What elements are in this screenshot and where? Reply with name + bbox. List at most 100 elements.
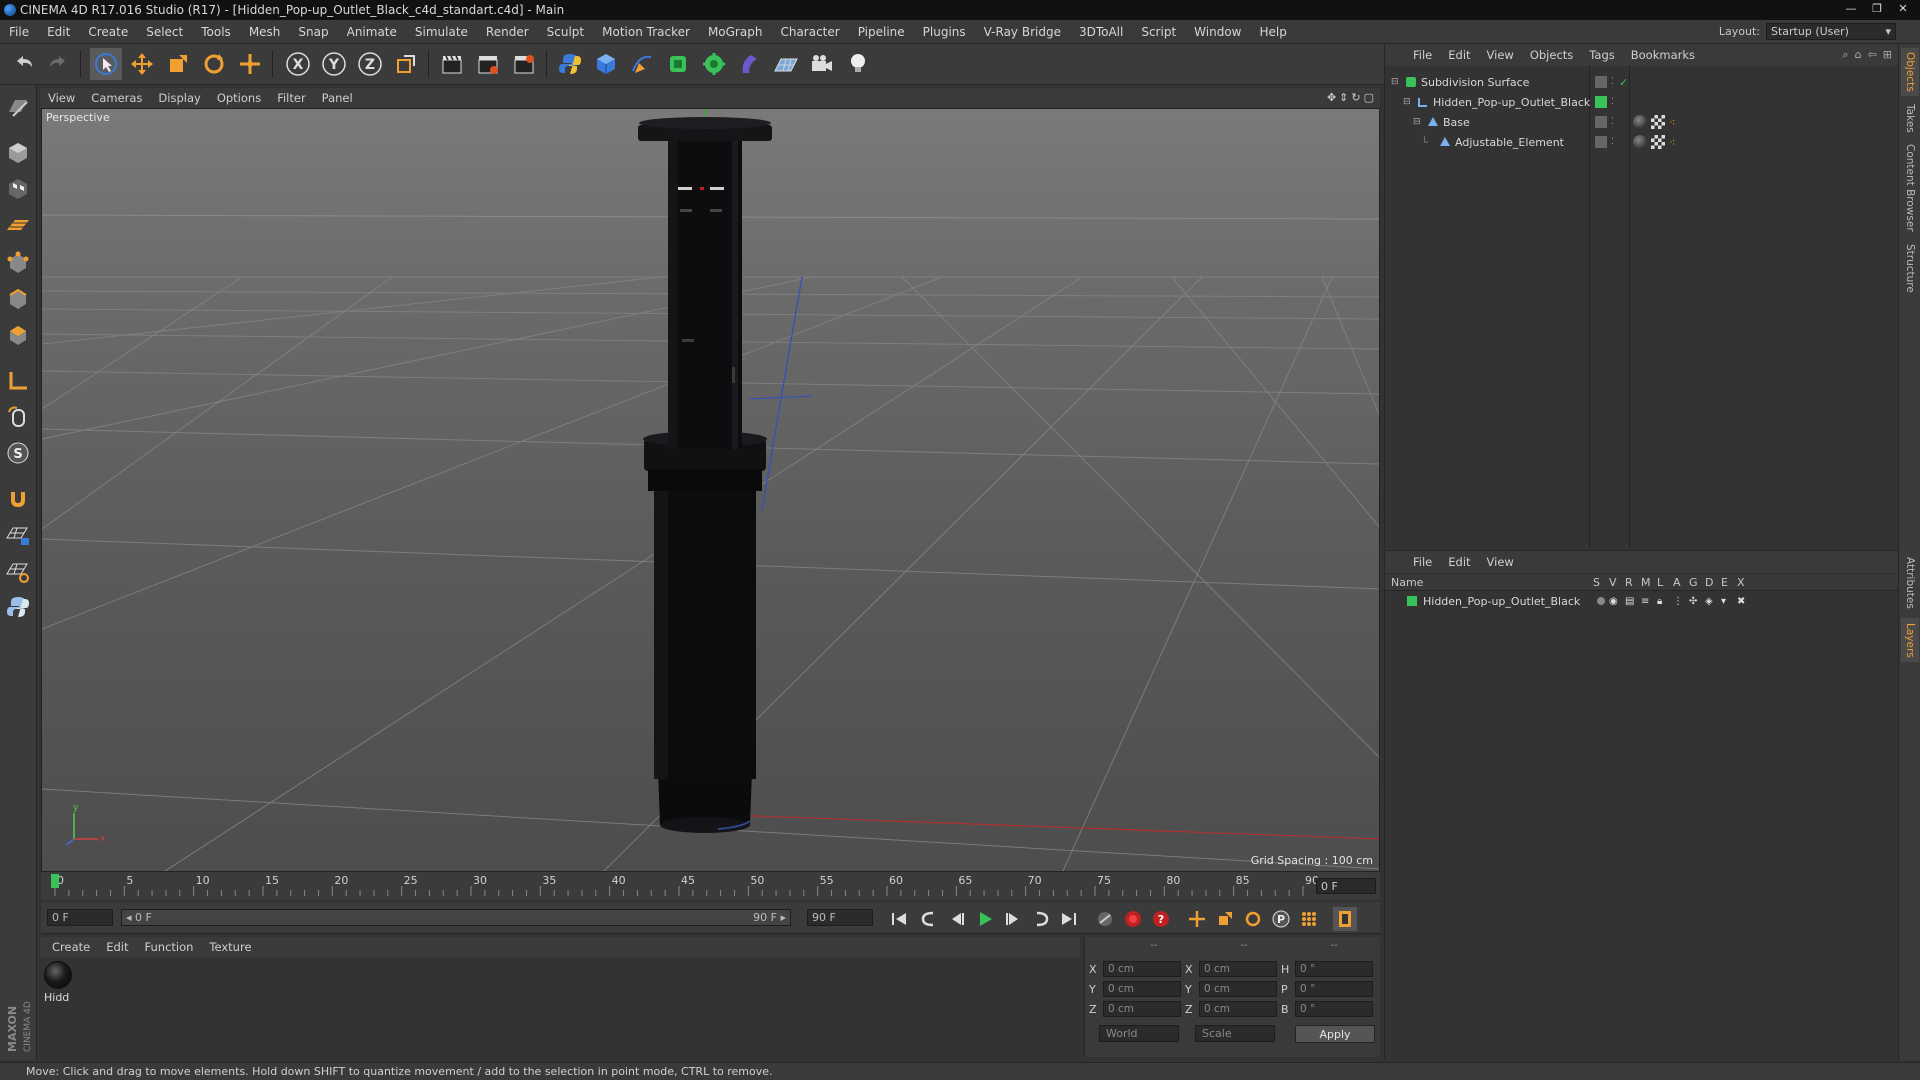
menu-plugins[interactable]: Plugins (914, 25, 975, 39)
recent-tool-button[interactable] (234, 48, 266, 80)
menu-mograph[interactable]: MoGraph (699, 25, 772, 39)
render-view-button[interactable] (436, 48, 468, 80)
perspective-viewport[interactable]: Perspective y x Grid Spacing : 100 cm (41, 108, 1380, 872)
coordinate-system-button[interactable] (390, 48, 422, 80)
menu-3dtoall[interactable]: 3DToAll (1070, 25, 1132, 39)
layers-menu-view[interactable]: View (1479, 555, 1522, 569)
visibility-dots-icon[interactable]: ⁚ (1611, 97, 1614, 107)
tab-layers[interactable]: Layers (1901, 618, 1919, 662)
collapse-icon[interactable]: ⊟ (1391, 77, 1399, 87)
zoom-icon[interactable]: ⇕ (1339, 91, 1348, 104)
menu-snap[interactable]: Snap (289, 25, 337, 39)
layer-color-icon[interactable] (1595, 76, 1607, 88)
visibility-dots-icon[interactable]: ⁚ (1611, 137, 1614, 147)
objects-menu-bookmarks[interactable]: Bookmarks (1623, 48, 1703, 62)
pen-spline-button[interactable] (626, 48, 658, 80)
lock-icon[interactable]: 🔒︎ (1657, 596, 1662, 607)
maximize-view-icon[interactable]: ▢ (1364, 91, 1374, 104)
python-script-button[interactable] (2, 591, 34, 623)
object-row-base[interactable]: ⊟ Base ⁚ ⁖ (1385, 112, 1899, 132)
menu-render[interactable]: Render (477, 25, 538, 39)
phong-tag-icon[interactable]: ⁖ (1669, 136, 1675, 149)
new-window-icon[interactable]: ⊞ (1883, 48, 1892, 62)
animation-icon[interactable]: ⋮ (1673, 596, 1683, 607)
material-menu-edit[interactable]: Edit (98, 940, 136, 954)
layers-menu-file[interactable]: File (1405, 555, 1440, 569)
scale-tool-button[interactable] (162, 48, 194, 80)
collapse-icon[interactable]: ⊟ (1413, 117, 1421, 127)
orbit-icon[interactable]: ↻ (1351, 91, 1360, 104)
viewport-menu-display[interactable]: Display (150, 91, 208, 105)
search-icon[interactable]: ⌕ (1842, 48, 1848, 62)
key-parameter-button[interactable]: P (1269, 907, 1293, 931)
expression-icon[interactable]: ▾ (1721, 596, 1726, 607)
close-button[interactable]: ✕ (1892, 0, 1914, 16)
start-frame-field[interactable]: 0 F (47, 909, 113, 926)
make-editable-button[interactable] (2, 91, 34, 123)
material-menu-function[interactable]: Function (137, 940, 202, 954)
manager-icon[interactable]: ≡ (1641, 596, 1649, 607)
collapse-icon[interactable]: ⊟ (1403, 97, 1411, 107)
tab-takes[interactable]: Takes (1901, 100, 1919, 136)
end-frame-field[interactable]: 90 F (807, 909, 873, 926)
objects-menu-edit[interactable]: Edit (1440, 48, 1478, 62)
menu-help[interactable]: Help (1250, 25, 1295, 39)
go-to-start-button[interactable] (887, 907, 911, 931)
back-icon[interactable]: ⇦ (1868, 48, 1877, 62)
tab-objects[interactable]: Objects (1901, 48, 1919, 96)
cube-primitive-button[interactable] (590, 48, 622, 80)
layer-color-icon[interactable] (1595, 96, 1607, 108)
xref-icon[interactable]: ✖ (1737, 596, 1745, 607)
key-rotation-button[interactable] (1241, 907, 1265, 931)
motion-path-button[interactable] (1093, 907, 1117, 931)
layers-menu-edit[interactable]: Edit (1440, 555, 1478, 569)
planar-workplane-button[interactable] (2, 555, 34, 587)
material-menu-create[interactable]: Create (44, 940, 98, 954)
menu-mesh[interactable]: Mesh (240, 25, 290, 39)
menu-animate[interactable]: Animate (338, 25, 406, 39)
record-keyframe-button[interactable] (1121, 907, 1145, 931)
objects-menu-view[interactable]: View (1479, 48, 1522, 62)
layer-row[interactable]: Hidden_Pop-up_Outlet_Black ◉ ▤ ≡ 🔒︎ ⋮ ✣ … (1385, 593, 1899, 609)
viewport-menu-options[interactable]: Options (209, 91, 269, 105)
rotate-tool-button[interactable] (198, 48, 230, 80)
python-button[interactable] (554, 48, 586, 80)
render-picture-viewer-button[interactable] (472, 48, 504, 80)
uvw-tag-icon[interactable] (1651, 115, 1665, 129)
material-manager-area[interactable]: Hidd (40, 957, 1080, 1057)
layer-column-solo[interactable]: S (1593, 576, 1600, 589)
play-button[interactable] (973, 907, 997, 931)
menu-edit[interactable]: Edit (38, 25, 79, 39)
pos-x-field[interactable]: 0 cm (1103, 961, 1181, 977)
menu-window[interactable]: Window (1185, 25, 1250, 39)
visibility-dots-icon[interactable]: ⁚ (1611, 117, 1614, 127)
home-icon[interactable]: ⌂ (1855, 48, 1862, 62)
menu-script[interactable]: Script (1132, 25, 1185, 39)
redo-button[interactable] (42, 48, 74, 80)
size-y-field[interactable]: 0 cm (1199, 981, 1277, 997)
layer-color-icon[interactable] (1595, 116, 1607, 128)
menu-simulate[interactable]: Simulate (406, 25, 477, 39)
deformer-icon[interactable]: ◈ (1705, 596, 1713, 607)
object-row-hidden-popup-outlet[interactable]: ⊟ Hidden_Pop-up_Outlet_Black ⁚ (1385, 92, 1899, 112)
layer-color-icon[interactable] (1595, 136, 1607, 148)
timeline-ruler[interactable]: 0 5 10 15 20 25 30 35 40 45 50 55 60 65 70 75 80 85 90 0 F (41, 872, 1380, 900)
tweak-mode-button[interactable] (2, 401, 34, 433)
menu-tools[interactable]: Tools (192, 25, 240, 39)
material-preview-ball[interactable] (44, 961, 72, 989)
key-position-button[interactable] (1185, 907, 1209, 931)
layer-column-animation[interactable]: A (1673, 576, 1681, 589)
playhead[interactable] (51, 874, 59, 888)
layer-column-view[interactable]: V (1609, 576, 1617, 589)
tab-structure[interactable]: Structure (1901, 240, 1919, 296)
workplane-mode-button[interactable] (2, 209, 34, 241)
autokey-button[interactable]: ? (1149, 907, 1173, 931)
objects-menu-tags[interactable]: Tags (1581, 48, 1622, 62)
uvw-tag-icon[interactable] (1651, 135, 1665, 149)
floor-button[interactable] (770, 48, 802, 80)
key-scale-button[interactable] (1213, 907, 1237, 931)
go-to-previous-key-button[interactable] (917, 907, 941, 931)
object-row-adjustable-element[interactable]: └ Adjustable_Element ⁚ ⁖ (1385, 132, 1899, 152)
menu-character[interactable]: Character (771, 25, 848, 39)
snapping-button[interactable]: S (2, 437, 34, 469)
